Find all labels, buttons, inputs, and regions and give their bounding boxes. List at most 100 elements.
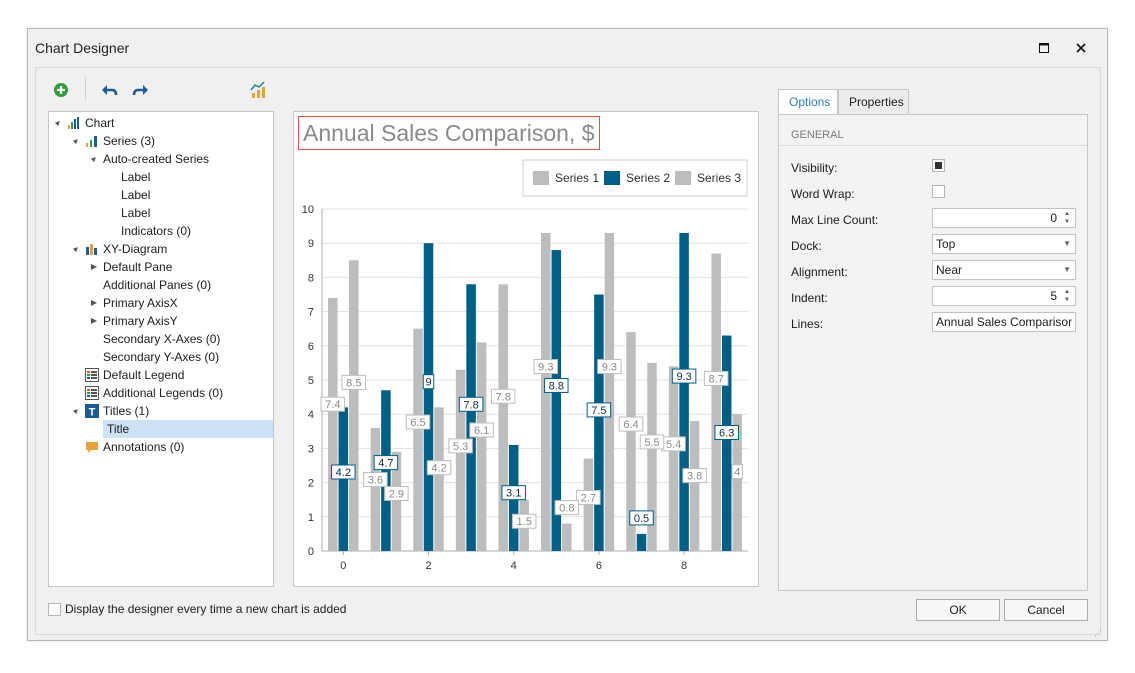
data-label: 2.9: [389, 488, 404, 500]
indent-spinner[interactable]: 5 ▲ ▼: [932, 286, 1076, 306]
spin-buttons[interactable]: ▲ ▼: [1061, 210, 1073, 226]
tree-item[interactable]: ▶ Default Pane: [49, 258, 273, 276]
maximize-button[interactable]: [1034, 38, 1054, 58]
expand-arrow-icon[interactable]: ▶: [89, 312, 99, 330]
tree-item[interactable]: Label: [49, 168, 273, 186]
bar[interactable]: [604, 232, 615, 551]
bar[interactable]: [594, 294, 604, 552]
tab-properties[interactable]: Properties: [838, 89, 909, 114]
collapse-arrow-icon[interactable]: ▲: [84, 149, 104, 169]
bar[interactable]: [721, 335, 732, 551]
bar[interactable]: [370, 427, 381, 551]
bar[interactable]: [562, 523, 572, 551]
undo-button[interactable]: [98, 79, 120, 101]
bar[interactable]: [349, 260, 359, 551]
y-tick-label: 1: [308, 512, 314, 524]
bar[interactable]: [423, 243, 434, 551]
chart-wizard-button[interactable]: [247, 79, 269, 101]
dock-dropdown[interactable]: Top ▼: [932, 234, 1076, 254]
tree-item[interactable]: ▶ Primary AxisX: [49, 294, 273, 312]
collapse-arrow-icon[interactable]: ▲: [66, 239, 86, 259]
ok-button[interactable]: OK: [916, 599, 1000, 621]
bar[interactable]: [636, 533, 647, 551]
expand-arrow-icon[interactable]: ▶: [89, 294, 99, 312]
resize-grip[interactable]: ⋰: [1094, 629, 1104, 639]
collapse-arrow-icon[interactable]: ▲: [66, 401, 86, 421]
visibility-label: Visibility:: [791, 161, 838, 175]
visibility-checkbox[interactable]: [932, 159, 945, 172]
data-label: 7.8: [463, 399, 478, 411]
y-tick-label: 2: [308, 478, 314, 490]
max-line-count-value: 0: [1050, 211, 1057, 225]
add-element-button[interactable]: [50, 79, 72, 101]
tree-item[interactable]: ▶ Primary AxisY: [49, 312, 273, 330]
tab-options[interactable]: Options: [778, 89, 838, 115]
tree-item[interactable]: Additional Panes (0): [49, 276, 273, 294]
bar[interactable]: [466, 284, 476, 551]
bar[interactable]: [476, 342, 487, 551]
tree-item[interactable]: Additional Legends (0): [49, 384, 273, 402]
lines-editor[interactable]: Annual Sales Comparison, $: [932, 312, 1076, 332]
show-designer-checkbox[interactable]: [48, 603, 61, 616]
cancel-button[interactable]: Cancel: [1004, 599, 1088, 621]
options-panel: GENERAL Visibility: Word Wrap: Max Line …: [778, 114, 1088, 591]
tree-item[interactable]: ▲ Chart: [49, 114, 273, 132]
maximize-icon: [1039, 43, 1049, 53]
close-button[interactable]: [1071, 38, 1091, 58]
y-tick-label: 9: [308, 238, 314, 250]
tree-item-label: Default Legend: [103, 368, 185, 382]
bar[interactable]: [498, 284, 508, 551]
tree-item[interactable]: Default Legend: [49, 366, 273, 384]
chart-title[interactable]: Annual Sales Comparison, $: [298, 116, 600, 150]
max-line-count-label: Max Line Count:: [791, 213, 879, 227]
data-label: 4.2: [431, 463, 446, 475]
chevron-down-icon[interactable]: ▼: [1063, 235, 1071, 253]
x-tick-label: 4: [511, 560, 517, 572]
bar[interactable]: [711, 253, 721, 551]
expand-arrow-icon[interactable]: ▶: [89, 258, 99, 276]
lines-value: Annual Sales Comparison, $: [936, 315, 1072, 329]
tree-item[interactable]: Secondary X-Axes (0): [49, 330, 273, 348]
chart-wizard-icon: [250, 81, 265, 98]
bar[interactable]: [434, 407, 444, 551]
diagram-icon: [85, 242, 99, 256]
bar[interactable]: [328, 297, 338, 551]
spin-buttons[interactable]: ▲ ▼: [1061, 288, 1073, 304]
title-icon: T: [85, 404, 99, 419]
redo-button[interactable]: [130, 79, 152, 101]
tree-item[interactable]: Title: [103, 420, 273, 438]
word-wrap-checkbox[interactable]: [932, 185, 945, 198]
alignment-dropdown[interactable]: Near ▼: [932, 260, 1076, 280]
max-line-count-spinner[interactable]: 0 ▲ ▼: [932, 208, 1076, 228]
tree-item[interactable]: Indicators (0): [49, 222, 273, 240]
chart-icon: [67, 116, 81, 130]
data-label: 7.8: [496, 391, 511, 403]
bar[interactable]: [413, 328, 423, 551]
tree-item[interactable]: Secondary Y-Axes (0): [49, 348, 273, 366]
collapse-arrow-icon[interactable]: ▲: [48, 113, 68, 133]
tree-item[interactable]: ▲ T Titles (1): [49, 402, 273, 420]
data-label: 5.4: [666, 439, 681, 451]
y-tick-label: 8: [308, 272, 314, 284]
tree-item[interactable]: Label: [49, 204, 273, 222]
chart-preview: Series 1 Series 2 Series 3 0 1 2 3 4 5 6 7 8 9 10 0 2 4 6…: [293, 111, 759, 587]
tree-item-label: Primary AxisX: [103, 296, 178, 310]
chevron-down-icon[interactable]: ▼: [1063, 261, 1071, 279]
tree-item[interactable]: ▲ Auto-created Series: [49, 150, 273, 168]
data-label: 2.7: [581, 492, 596, 504]
y-tick-label: 7: [308, 307, 314, 319]
bar[interactable]: [689, 421, 700, 551]
title-bar: Chart Designer: [28, 29, 1107, 67]
data-label: 8.8: [549, 380, 564, 392]
tree-item[interactable]: Annotations (0): [49, 438, 273, 456]
tree-item[interactable]: Label: [49, 186, 273, 204]
bar[interactable]: [381, 390, 391, 551]
data-label: 4.2: [336, 467, 351, 479]
collapse-arrow-icon[interactable]: ▲: [66, 131, 86, 151]
bar[interactable]: [668, 366, 679, 551]
tree-item[interactable]: ▲ Series (3): [49, 132, 273, 150]
bar[interactable]: [679, 232, 689, 551]
legend-item-label: Series 2: [626, 171, 670, 185]
tree-item[interactable]: ▲ XY-Diagram: [49, 240, 273, 258]
show-designer-label: Display the designer every time a new ch…: [65, 602, 347, 616]
